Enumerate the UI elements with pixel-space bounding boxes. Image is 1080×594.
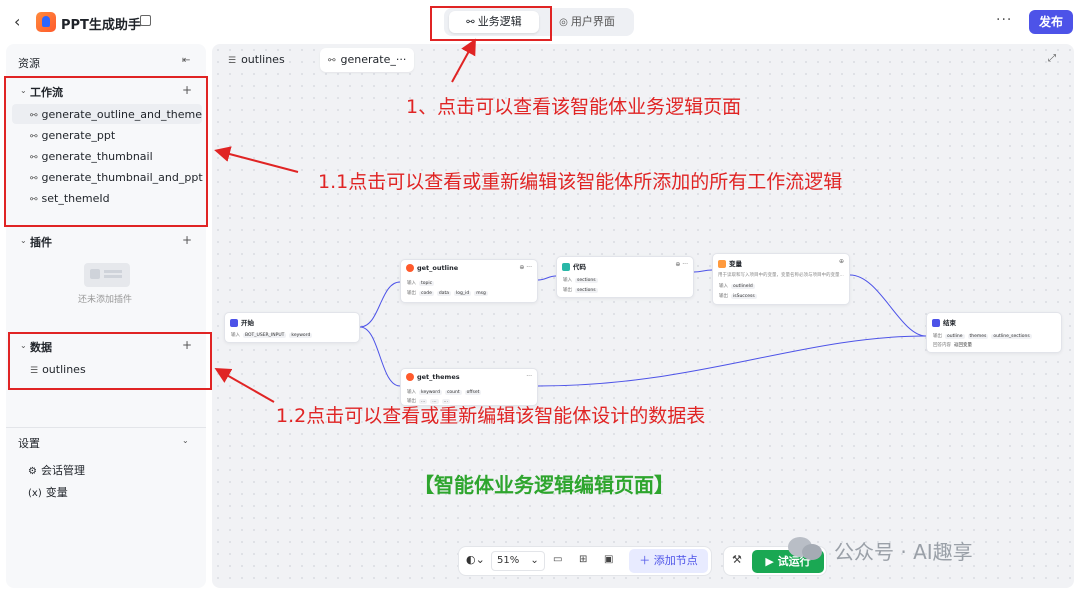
annotation-text: 1、点击可以查看该智能体业务逻辑页面 [406,96,742,118]
wechat-icon [788,537,822,560]
annotation-arrows [214,38,476,403]
caption-text: 【智能体业务逻辑编辑页面】 [414,473,674,497]
annotation-text: 1.1点击可以查看或重新编辑该智能体所添加的所有工作流逻辑 [318,171,843,193]
watermark-text: 公众号 · AI趣享 [834,540,973,564]
annotation-text: 1.2点击可以查看或重新编辑该智能体设计的数据表 [276,405,706,427]
